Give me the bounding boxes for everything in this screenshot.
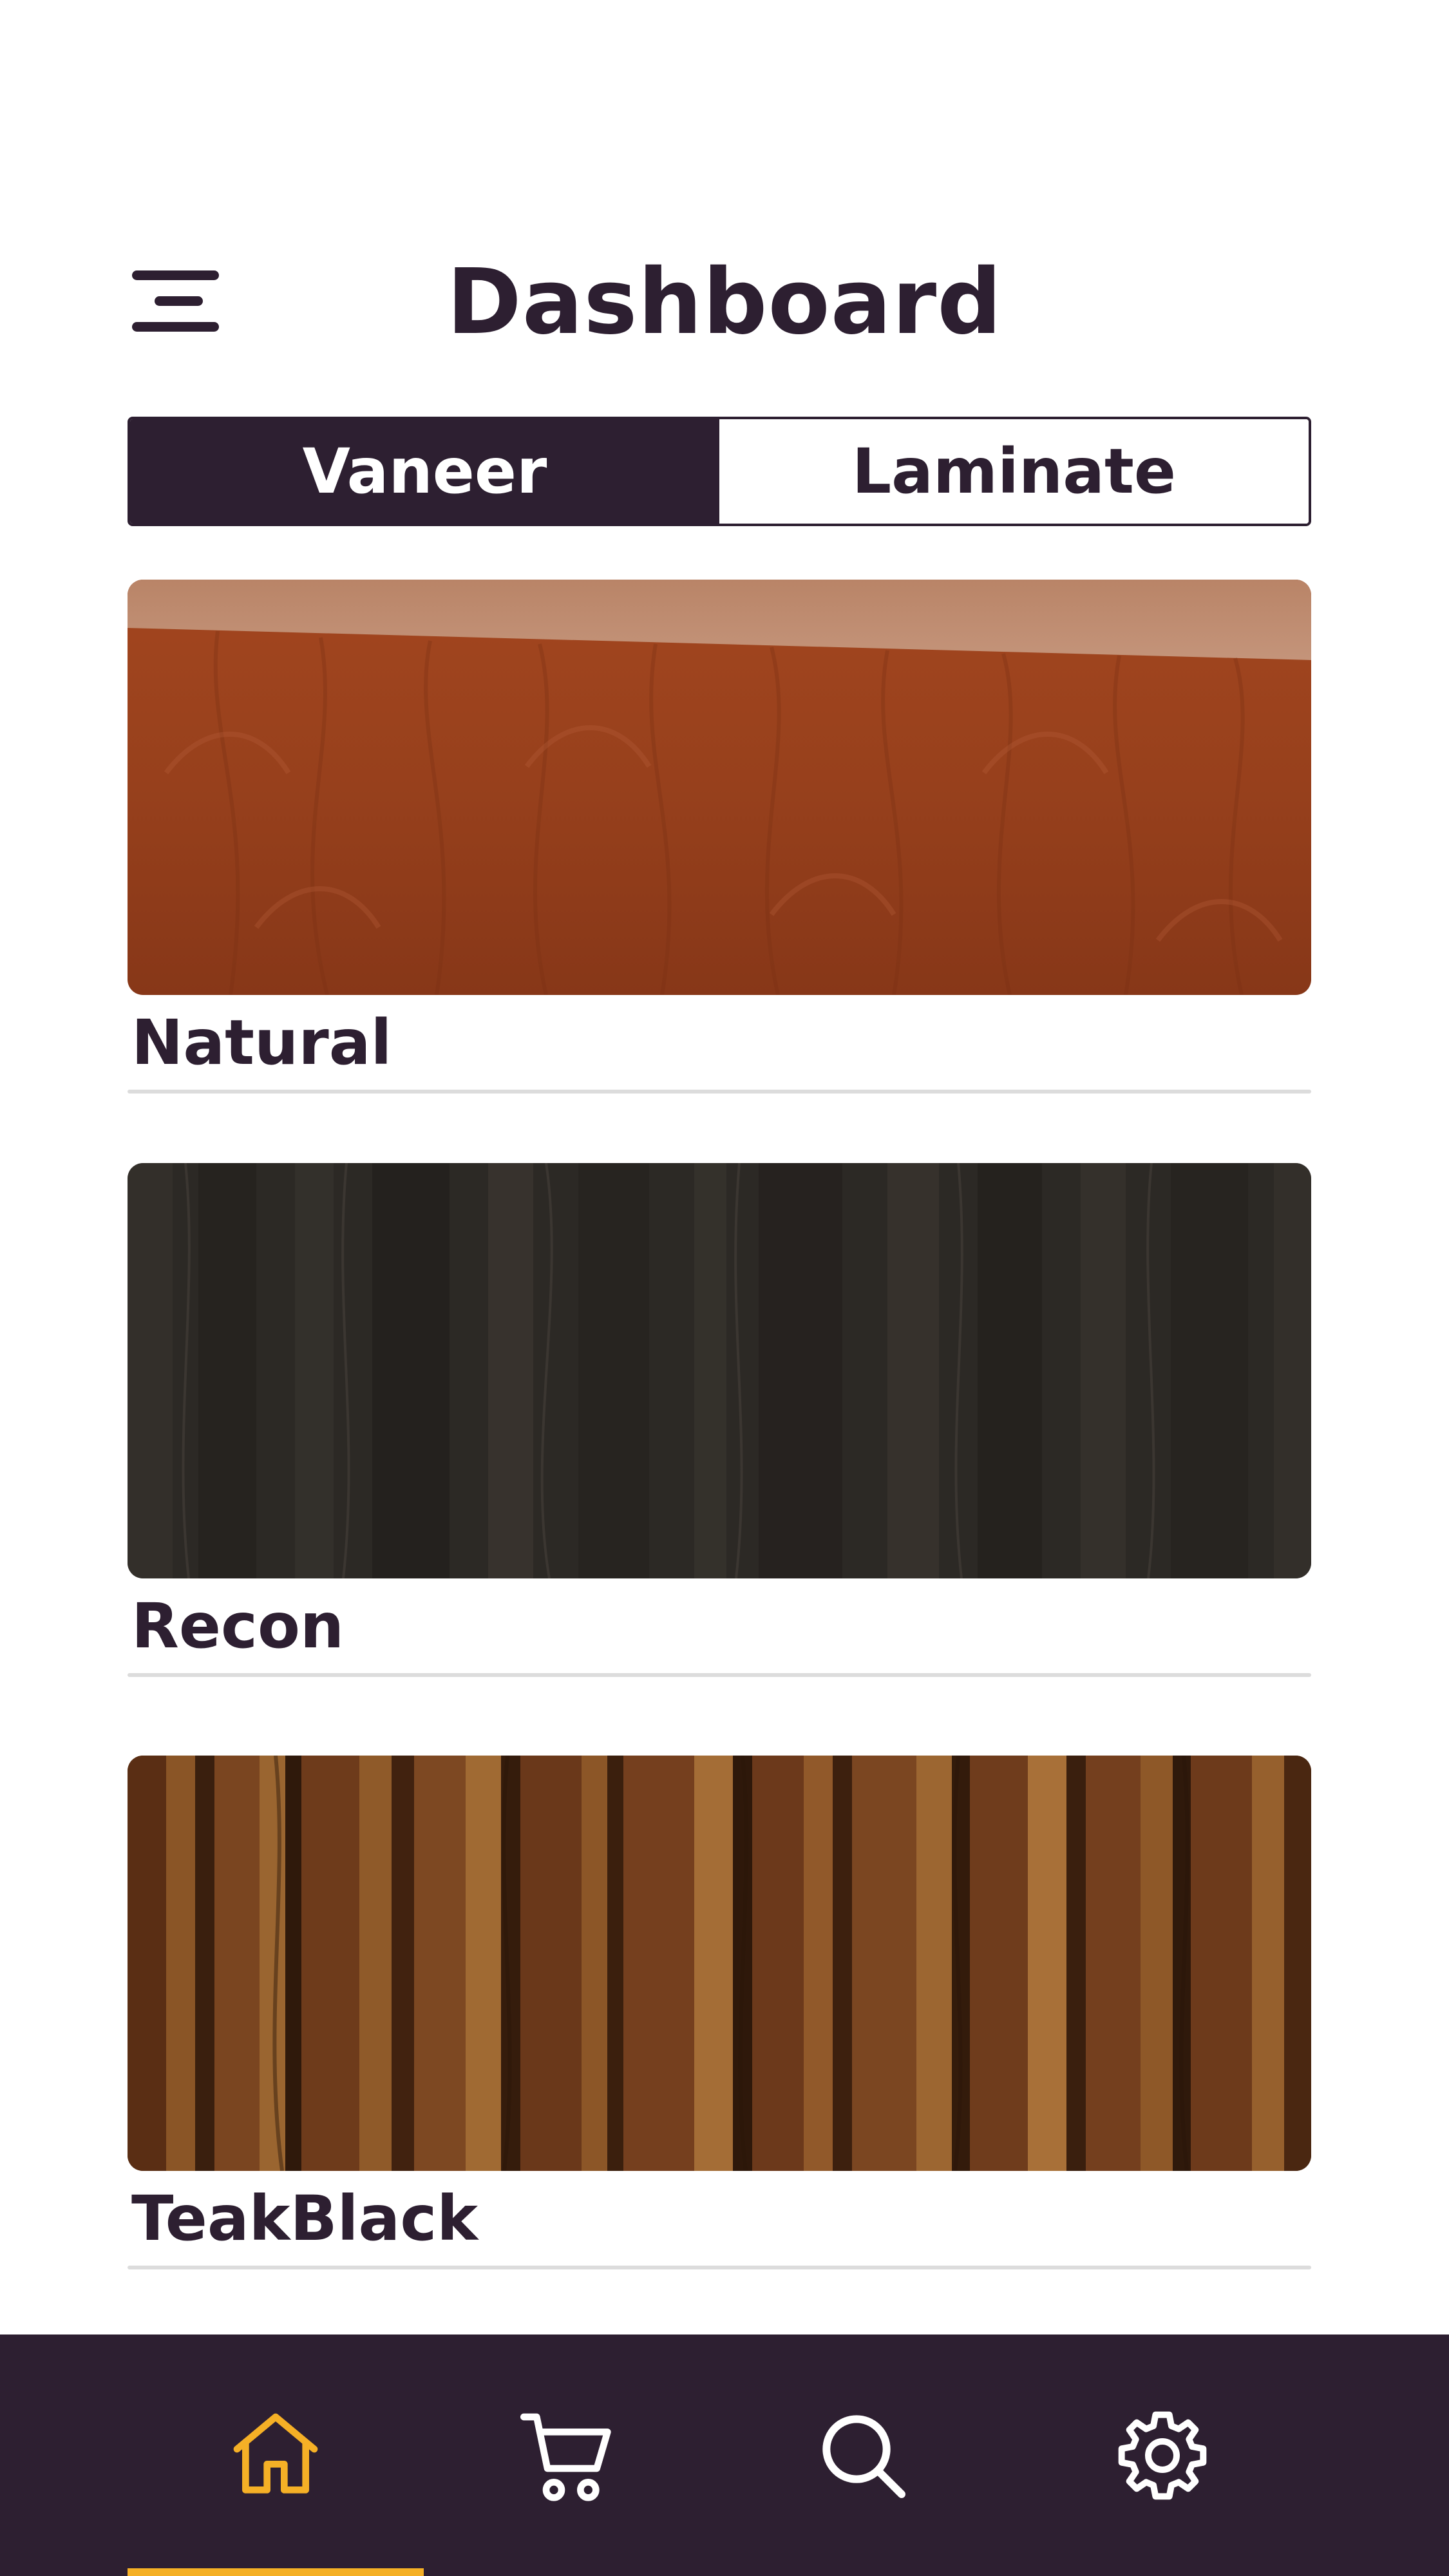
natural-texture-image	[128, 580, 1311, 995]
divider	[128, 2266, 1311, 2269]
menu-bar-middle	[155, 296, 203, 306]
nav-settings[interactable]	[1014, 2334, 1311, 2576]
menu-bar-top	[132, 270, 219, 280]
home-icon	[233, 2413, 318, 2494]
settings-gear-icon	[1118, 2411, 1207, 2499]
tab-laminate[interactable]: Laminate	[719, 419, 1309, 524]
divider	[128, 1090, 1311, 1094]
bottom-navigation-bar	[0, 2334, 1449, 2576]
app-screen: Dashboard Vaneer Laminate Natural Recon …	[0, 0, 1449, 2576]
cart-icon	[520, 2413, 611, 2501]
active-tab-indicator	[128, 2568, 424, 2576]
card-label: TeakBlack	[131, 2183, 478, 2255]
teakblack-texture-image	[128, 1756, 1311, 2171]
card-label: Natural	[131, 1007, 392, 1079]
search-icon	[822, 2414, 905, 2498]
divider	[128, 1673, 1311, 1677]
menu-bar-bottom	[132, 322, 219, 332]
nav-cart[interactable]	[419, 2334, 715, 2576]
product-card-teakblack[interactable]: TeakBlack	[128, 1756, 1311, 2269]
recon-texture-image	[128, 1163, 1311, 1578]
hamburger-menu-icon[interactable]	[132, 267, 222, 335]
card-label: Recon	[131, 1590, 345, 1662]
page-title: Dashboard	[446, 250, 1003, 355]
nav-search[interactable]	[715, 2334, 1011, 2576]
product-card-natural[interactable]: Natural	[128, 580, 1311, 1094]
nav-home[interactable]	[128, 2334, 424, 2576]
product-card-recon[interactable]: Recon	[128, 1163, 1311, 1677]
tab-vaneer[interactable]: Vaneer	[130, 419, 719, 524]
category-segmented-control: Vaneer Laminate	[128, 417, 1311, 526]
